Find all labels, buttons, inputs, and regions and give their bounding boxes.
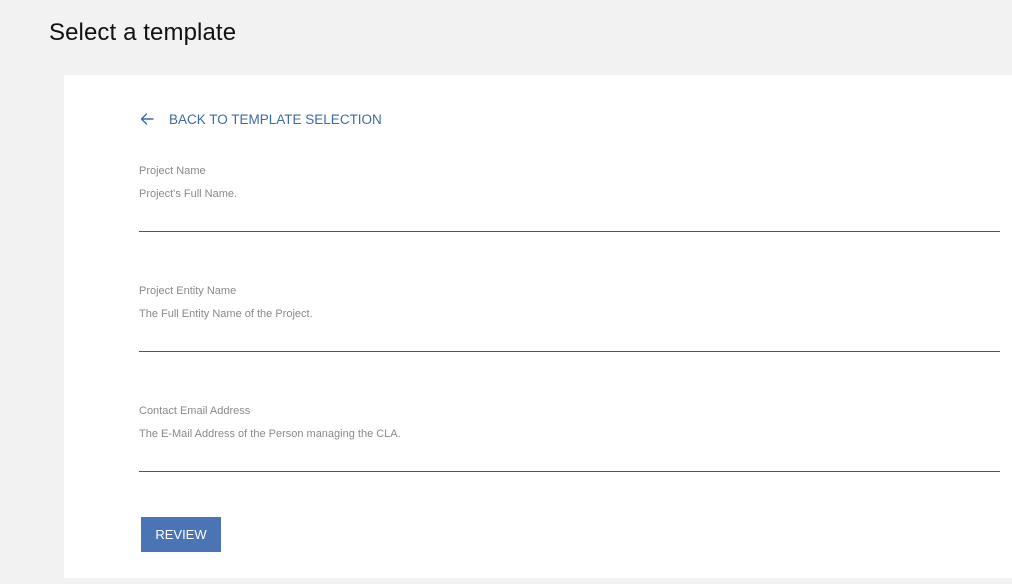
project-entity-name-input[interactable] [139, 303, 1000, 352]
contact-email-field: Contact Email Address [139, 405, 1000, 477]
project-entity-name-field: Project Entity Name [139, 285, 1000, 357]
back-to-template-selection-link[interactable]: BACK TO TEMPLATE SELECTION [139, 111, 382, 127]
page-title: Select a template [49, 19, 237, 46]
contact-email-input[interactable] [139, 423, 1000, 472]
arrow-left-icon [140, 113, 154, 125]
project-name-field: Project Name [139, 165, 1000, 237]
project-name-input[interactable] [139, 183, 1000, 232]
template-form-card: BACK TO TEMPLATE SELECTION Project Name … [64, 75, 1012, 578]
back-link-label: BACK TO TEMPLATE SELECTION [169, 111, 382, 127]
project-name-label: Project Name [139, 165, 206, 177]
contact-email-label: Contact Email Address [139, 405, 251, 417]
review-button[interactable]: REVIEW [141, 517, 221, 552]
project-entity-name-label: Project Entity Name [139, 285, 237, 297]
